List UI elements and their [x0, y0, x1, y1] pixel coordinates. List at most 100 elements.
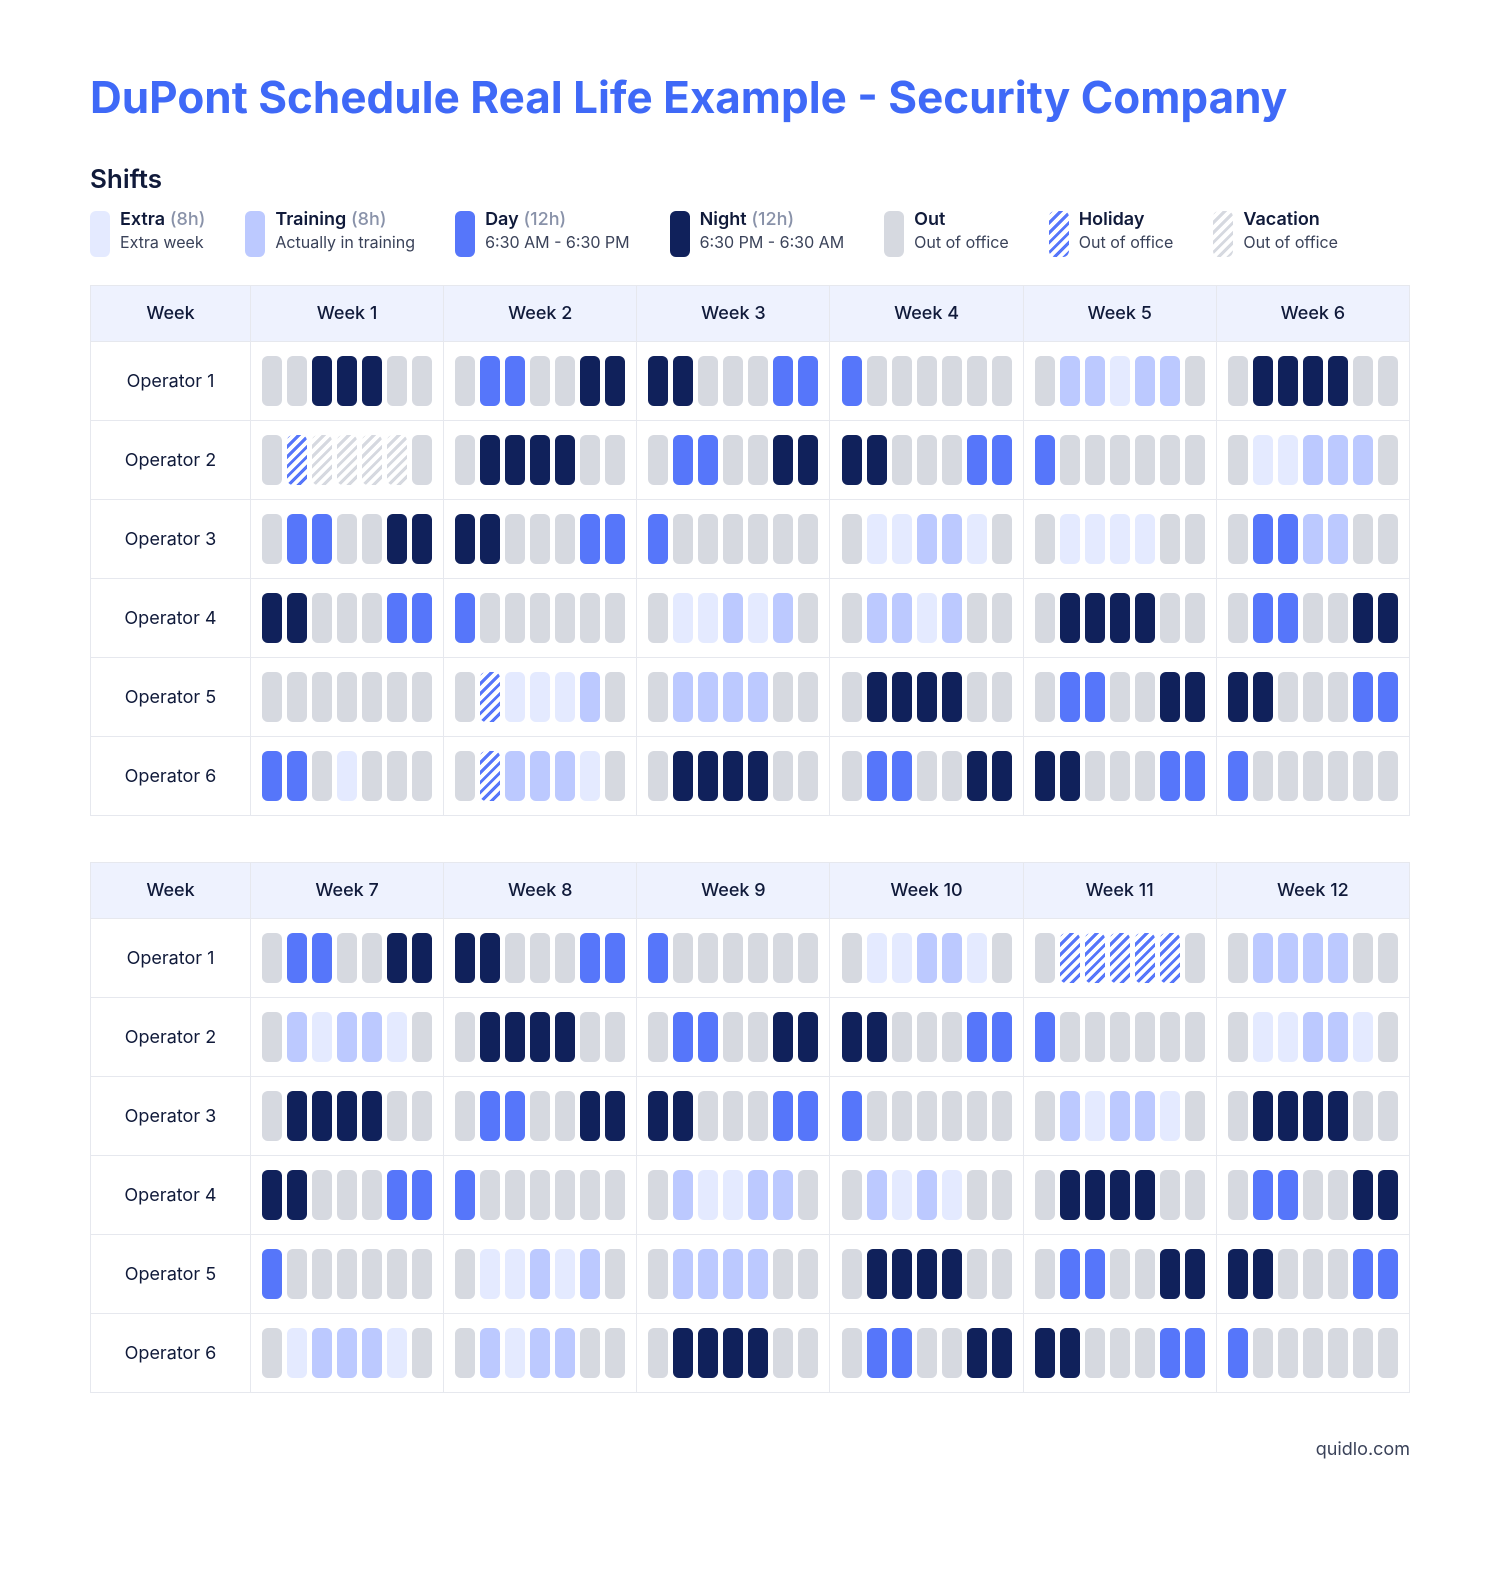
- column-header: Week 1: [251, 286, 444, 342]
- shift-pill-training: [580, 672, 600, 722]
- shift-pill-out: [362, 514, 382, 564]
- schedule-cell: [251, 737, 444, 816]
- shift-pill-out: [580, 1328, 600, 1378]
- shift-pill-training: [1328, 933, 1348, 983]
- shift-pill-night: [1228, 1249, 1248, 1299]
- shift-pill-night: [480, 933, 500, 983]
- shift-pill-training: [673, 1249, 693, 1299]
- schedule-cell: [637, 1235, 830, 1314]
- shift-pill-out: [555, 1091, 575, 1141]
- shift-pill-night: [1160, 672, 1180, 722]
- shift-pill-out: [1185, 514, 1205, 564]
- shift-pill-day: [1035, 1012, 1055, 1062]
- shift-pill-day: [1353, 1249, 1373, 1299]
- shift-pill-extra: [892, 1170, 912, 1220]
- schedule-cell: [251, 1314, 444, 1393]
- shift-pill-out: [312, 1249, 332, 1299]
- shift-pill-day: [798, 356, 818, 406]
- shift-pill-holiday: [1160, 933, 1180, 983]
- shift-pill-night: [842, 435, 862, 485]
- footer-attribution: quidlo.com: [90, 1439, 1410, 1460]
- shift-pill-out: [1035, 1091, 1055, 1141]
- shift-pill-training: [673, 672, 693, 722]
- schedule-cell: [1216, 919, 1409, 998]
- schedule-cell: [1216, 421, 1409, 500]
- shift-pill-training: [505, 751, 525, 801]
- shift-pill-holiday: [287, 435, 307, 485]
- shift-pill-day: [773, 356, 793, 406]
- schedule-cell: [830, 658, 1023, 737]
- shift-pill-out: [1378, 751, 1398, 801]
- shift-pill-extra: [1060, 514, 1080, 564]
- schedule-cell: [444, 1156, 637, 1235]
- shift-pill-night: [262, 593, 282, 643]
- legend-heading: Shifts: [90, 164, 1410, 195]
- shift-pill-day: [1085, 1249, 1105, 1299]
- shift-pill-out: [917, 356, 937, 406]
- shift-pill-out: [480, 1170, 500, 1220]
- legend-swatch-extra: [90, 211, 110, 257]
- shift-pill-out: [892, 435, 912, 485]
- shift-pill-out: [530, 356, 550, 406]
- shift-pill-day: [1185, 1328, 1205, 1378]
- shift-pill-out: [530, 1091, 550, 1141]
- shift-pill-extra: [387, 1328, 407, 1378]
- legend-swatch-out: [884, 211, 904, 257]
- schedule-cell: [444, 342, 637, 421]
- table-row: Operator 5: [91, 658, 1410, 737]
- shift-pill-out: [723, 933, 743, 983]
- shift-pill-night: [967, 1328, 987, 1378]
- shift-pill-day: [287, 933, 307, 983]
- shift-pill-day: [842, 356, 862, 406]
- legend-swatch-day: [455, 211, 475, 257]
- schedule-cell: [1216, 500, 1409, 579]
- shift-pill-night: [917, 1249, 937, 1299]
- shift-pill-out: [1110, 435, 1130, 485]
- shift-pill-out: [362, 593, 382, 643]
- shift-pill-extra: [1278, 435, 1298, 485]
- shift-pill-night: [480, 1012, 500, 1062]
- shift-pill-out: [337, 1249, 357, 1299]
- schedule-cell: [1023, 342, 1216, 421]
- shift-pill-out: [312, 751, 332, 801]
- shift-pill-day: [505, 1091, 525, 1141]
- shift-pill-training: [673, 1170, 693, 1220]
- shift-pill-training: [942, 933, 962, 983]
- shift-pill-out: [262, 933, 282, 983]
- shift-pill-extra: [698, 1170, 718, 1220]
- shift-pill-extra: [1110, 356, 1130, 406]
- shift-pill-out: [262, 435, 282, 485]
- schedule-cell: [1216, 998, 1409, 1077]
- shift-pill-out: [455, 672, 475, 722]
- shift-pill-extra: [723, 1170, 743, 1220]
- shift-pill-out: [798, 933, 818, 983]
- shift-pill-out: [262, 514, 282, 564]
- shift-pill-night: [312, 1091, 332, 1141]
- shift-pill-out: [1035, 672, 1055, 722]
- schedule-cell: [637, 1314, 830, 1393]
- shift-pill-night: [312, 356, 332, 406]
- shift-pill-extra: [287, 1328, 307, 1378]
- shift-pill-out: [1110, 1012, 1130, 1062]
- shift-pill-out: [605, 1012, 625, 1062]
- shift-pill-out: [992, 933, 1012, 983]
- shift-pill-out: [967, 1249, 987, 1299]
- shift-pill-out: [1228, 1170, 1248, 1220]
- shift-pill-training: [362, 1012, 382, 1062]
- legend-swatch-night: [670, 211, 690, 257]
- shift-pill-training: [723, 593, 743, 643]
- shift-pill-out: [555, 514, 575, 564]
- shift-pill-out: [773, 751, 793, 801]
- shift-pill-night: [1353, 1170, 1373, 1220]
- shift-pill-out: [337, 933, 357, 983]
- legend-item-training: Training (8h)Actually in training: [245, 209, 415, 257]
- shift-pill-out: [1185, 933, 1205, 983]
- schedule-table-1: WeekWeek 1Week 2Week 3Week 4Week 5Week 6…: [90, 285, 1410, 816]
- shift-pill-out: [262, 1091, 282, 1141]
- shift-pill-night: [580, 1091, 600, 1141]
- shift-pill-night: [673, 1091, 693, 1141]
- shift-pill-out: [555, 933, 575, 983]
- shift-pill-night: [698, 1328, 718, 1378]
- shift-pill-out: [1135, 1328, 1155, 1378]
- shift-pill-out: [942, 435, 962, 485]
